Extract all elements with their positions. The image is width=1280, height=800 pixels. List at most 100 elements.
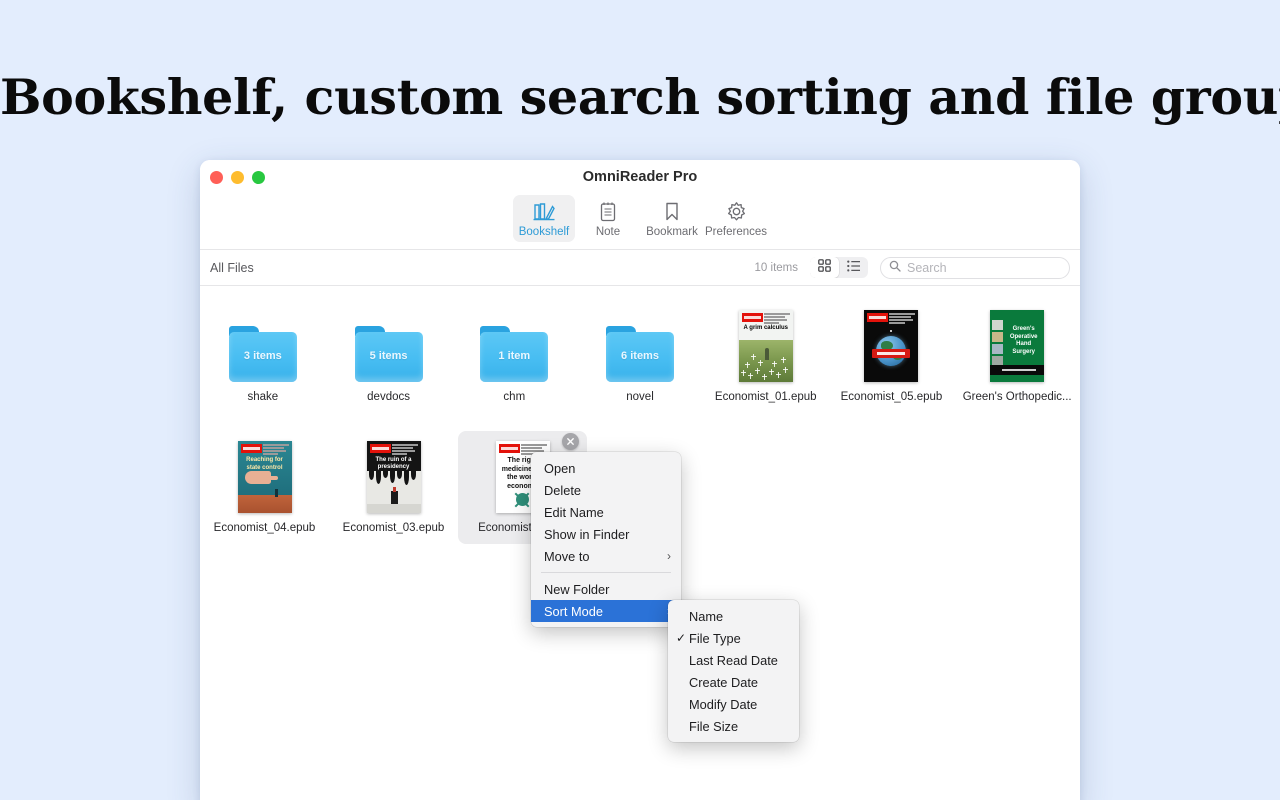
context-menu-item-new-folder[interactable]: New Folder: [531, 578, 681, 600]
context-menu-item-edit-name[interactable]: Edit Name: [531, 501, 681, 523]
book-thumb: A grim calculus: [739, 306, 793, 382]
context-menu-item-show-in-finder[interactable]: Show in Finder: [531, 523, 681, 545]
file-label: novel: [584, 390, 696, 405]
file-label: Green's Orthopedic...: [961, 390, 1073, 405]
book-item-economist-05[interactable]: Economist_05.epub: [829, 300, 955, 413]
folder-icon: 5 items: [355, 326, 423, 382]
book-thumb: The ruin of a presidency: [367, 437, 421, 513]
book-item-economist-04[interactable]: Reaching for state control Economist_04.…: [200, 431, 329, 544]
book-item-economist-03[interactable]: The ruin of a presidency Economist_03.ep…: [329, 431, 458, 544]
economist-globe-cover: [864, 310, 918, 382]
sort-mode-submenu: Name ✓ File Type Last Read Date Create D…: [668, 600, 799, 742]
window-title: OmniReader Pro: [200, 160, 1080, 195]
toolbar-item-bookmark[interactable]: Bookmark: [641, 195, 703, 242]
file-label: Economist_01.epub: [710, 390, 822, 405]
folder-icon: 1 item: [480, 326, 548, 382]
view-mode-toggle: [810, 257, 868, 278]
sort-option-last-read-date[interactable]: Last Read Date: [668, 649, 799, 671]
file-grid-row-1: 3 items shake 5 items devdocs: [200, 300, 1080, 413]
app-toolbar: Bookshelf Note: [200, 195, 1080, 249]
list-view-button[interactable]: [839, 257, 868, 278]
context-menu-item-open[interactable]: Open: [531, 457, 681, 479]
context-menu-label: Show in Finder: [544, 527, 629, 542]
economist-drips-cover: The ruin of a presidency: [367, 441, 421, 513]
bookshelf-icon: [533, 199, 555, 223]
page-title: Bookshelf, custom search sorting and fil…: [0, 68, 1280, 126]
sort-option-label: Modify Date: [689, 697, 757, 712]
grid-view-icon: [818, 259, 831, 277]
chevron-right-icon: ›: [667, 549, 671, 563]
folder-item-count: 1 item: [480, 350, 548, 362]
context-menu-item-sort-mode[interactable]: Sort Mode ›: [531, 600, 681, 622]
file-label: shake: [207, 390, 319, 405]
close-circle-icon[interactable]: [562, 433, 579, 450]
toolbar-item-note[interactable]: Note: [577, 195, 639, 242]
toolbar-label-bookmark: Bookmark: [646, 226, 698, 238]
search-placeholder: Search: [907, 261, 947, 275]
book-thumb: Green's Operative Hand Surgery: [990, 306, 1044, 382]
search-field[interactable]: Search: [880, 257, 1070, 279]
folder-thumb: 5 items: [355, 306, 423, 382]
folder-item-shake[interactable]: 3 items shake: [200, 300, 326, 413]
toolbar-label-bookshelf: Bookshelf: [519, 226, 570, 238]
file-label: devdocs: [333, 390, 445, 405]
context-menu-label: Edit Name: [544, 505, 604, 520]
scope-label-all-files[interactable]: All Files: [210, 261, 254, 275]
folder-thumb: 6 items: [606, 306, 674, 382]
context-menu-label: New Folder: [544, 582, 609, 597]
greens-orthopedic-cover: Green's Operative Hand Surgery: [990, 310, 1044, 382]
folder-icon: 3 items: [229, 326, 297, 382]
page-root: Bookshelf, custom search sorting and fil…: [0, 0, 1280, 800]
sort-option-file-size[interactable]: File Size: [668, 715, 799, 737]
context-menu-label: Move to: [544, 549, 590, 564]
folder-thumb: 1 item: [480, 306, 548, 382]
folder-icon: 6 items: [606, 326, 674, 382]
context-menu-separator: [541, 572, 671, 573]
window-titlebar: OmniReader Pro: [200, 160, 1080, 195]
cover-title: Green's Operative Hand Surgery: [1006, 326, 1041, 356]
bookmark-icon: [664, 199, 680, 223]
toolbar-item-preferences[interactable]: Preferences: [705, 195, 767, 242]
economist-field-cover: A grim calculus: [739, 310, 793, 382]
toolbar-item-bookshelf[interactable]: Bookshelf: [513, 195, 575, 242]
folder-item-chm[interactable]: 1 item chm: [451, 300, 577, 413]
folder-item-count: 5 items: [355, 350, 423, 362]
sort-option-file-type[interactable]: ✓ File Type: [668, 627, 799, 649]
context-menu-item-move-to[interactable]: Move to ›: [531, 545, 681, 567]
folder-thumb: 3 items: [229, 306, 297, 382]
folder-item-novel[interactable]: 6 items novel: [577, 300, 703, 413]
filter-bar: All Files 10 items: [200, 249, 1080, 286]
sort-option-name[interactable]: Name: [668, 605, 799, 627]
sort-option-create-date[interactable]: Create Date: [668, 671, 799, 693]
traffic-lights: [210, 171, 265, 184]
sort-option-label: Create Date: [689, 675, 758, 690]
book-item-economist-01[interactable]: A grim calculus Economist_01.epub: [703, 300, 829, 413]
folder-item-count: 6 items: [606, 350, 674, 362]
gear-icon: [726, 199, 747, 223]
file-label: Economist_05.epub: [835, 390, 947, 405]
book-item-greens-orthopedic[interactable]: Green's Operative Hand Surgery Green's O…: [954, 300, 1080, 413]
context-menu-label: Open: [544, 461, 575, 476]
context-menu-item-delete[interactable]: Delete: [531, 479, 681, 501]
note-icon: [599, 199, 617, 223]
grid-view-button[interactable]: [810, 257, 839, 278]
sort-option-modify-date[interactable]: Modify Date: [668, 693, 799, 715]
context-menu: Open Delete Edit Name Show in Finder Mov…: [531, 452, 681, 627]
file-label: Economist_04.epub: [209, 521, 321, 536]
zoom-window-button[interactable]: [252, 171, 265, 184]
sort-option-label: File Type: [689, 631, 741, 646]
close-window-button[interactable]: [210, 171, 223, 184]
book-thumb: [864, 306, 918, 382]
file-label: Economist_03.epub: [338, 521, 450, 536]
cover-title: Reaching for state control: [242, 457, 288, 472]
context-menu-label: Sort Mode: [544, 604, 603, 619]
folder-item-devdocs[interactable]: 5 items devdocs: [326, 300, 452, 413]
context-menu-label: Delete: [544, 483, 581, 498]
sort-option-label: Last Read Date: [689, 653, 778, 668]
economist-hand-cover: Reaching for state control: [238, 441, 292, 513]
toolbar-label-note: Note: [596, 226, 620, 238]
minimize-window-button[interactable]: [231, 171, 244, 184]
filter-bar-right: 10 items: [755, 257, 1070, 279]
cover-title: A grim calculus: [743, 325, 789, 333]
sort-option-label: Name: [689, 609, 723, 624]
